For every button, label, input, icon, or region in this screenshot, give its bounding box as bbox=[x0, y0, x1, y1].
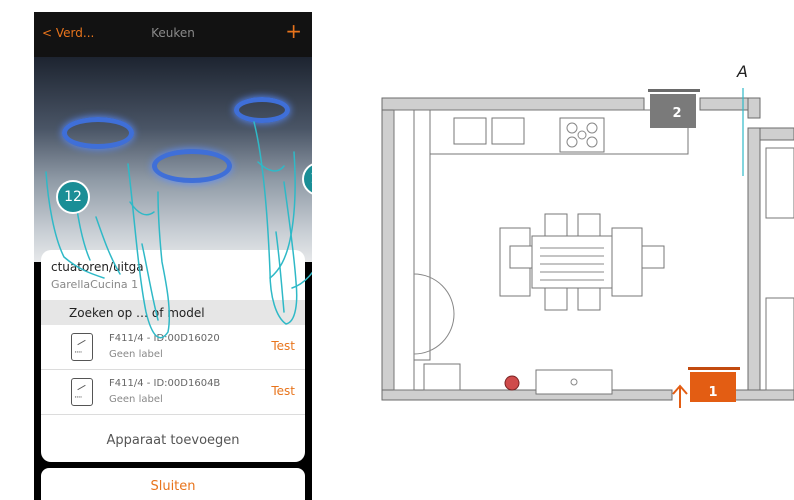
chair bbox=[544, 287, 568, 311]
plan-label-a: A bbox=[737, 62, 748, 81]
kitchen-stove-photo bbox=[34, 57, 312, 262]
wall-left bbox=[381, 97, 395, 399]
wall-top-corner bbox=[747, 97, 761, 119]
device-name: GarellaCucina 1 bbox=[51, 278, 139, 291]
table-end bbox=[611, 227, 643, 297]
phone-screen: < Verd... Keuken + ctuatoren/uitga Garel… bbox=[34, 12, 312, 500]
device-label: Geen label bbox=[109, 349, 163, 360]
sink bbox=[453, 117, 487, 145]
add-device-button[interactable]: Apparaat toevoegen bbox=[41, 420, 305, 462]
device-row[interactable]: F411/4 - ID:00D16020 Geen label Test bbox=[41, 325, 305, 370]
appliance bbox=[423, 363, 461, 391]
chair bbox=[509, 245, 533, 269]
chair bbox=[641, 245, 665, 269]
chair bbox=[577, 213, 601, 237]
test-button[interactable]: Test bbox=[271, 384, 295, 398]
test-button[interactable]: Test bbox=[271, 339, 295, 353]
chair bbox=[544, 213, 568, 237]
device-row[interactable]: F411/4 - ID:00D1604B Geen label Test bbox=[41, 370, 305, 415]
device-label: Geen label bbox=[109, 394, 163, 405]
add-icon[interactable]: + bbox=[285, 19, 302, 43]
bottom-sink bbox=[535, 369, 613, 395]
device-id: F411/4 - ID:00D16020 bbox=[109, 333, 220, 344]
burner-flame-icon bbox=[152, 149, 232, 183]
step-badge-12: 12 bbox=[56, 180, 90, 214]
device-id: F411/4 - ID:00D1604B bbox=[109, 378, 221, 389]
sink bbox=[491, 117, 525, 145]
actuator-device-icon bbox=[71, 333, 93, 361]
chair bbox=[577, 287, 601, 311]
card-header: ctuatoren/uitga GarellaCucina 1 bbox=[41, 250, 305, 300]
arrow-up-icon bbox=[672, 384, 688, 408]
counter-left bbox=[413, 109, 431, 361]
marker-2-cap bbox=[648, 89, 700, 92]
search-bar[interactable]: Zoeken op … of model bbox=[41, 300, 305, 325]
device-list-card: ctuatoren/uitga GarellaCucina 1 Zoeken o… bbox=[41, 250, 305, 462]
plan-marker-1: 1 bbox=[708, 385, 718, 400]
plan-marker-2: 2 bbox=[672, 106, 682, 121]
marker-1-cap bbox=[688, 367, 740, 370]
cabinet-left bbox=[393, 109, 415, 391]
wall-top-extension bbox=[759, 127, 794, 141]
close-button[interactable]: Sluiten bbox=[41, 468, 305, 500]
page-title: Keuken bbox=[151, 26, 195, 40]
cooktop bbox=[559, 117, 605, 153]
burner-flame-icon bbox=[234, 97, 290, 123]
nav-bar: < Verd... Keuken + bbox=[34, 12, 312, 57]
side-cabinet bbox=[765, 147, 794, 219]
category-title: ctuatoren/uitga bbox=[51, 260, 144, 274]
actuator-device-icon bbox=[71, 378, 93, 406]
wall-top-left bbox=[381, 97, 645, 111]
burner-flame-icon bbox=[62, 117, 134, 149]
side-cabinet bbox=[765, 297, 794, 391]
kitchen-floor-plan bbox=[381, 88, 794, 408]
wall-right bbox=[747, 127, 761, 399]
search-label: Zoeken op … of model bbox=[69, 306, 205, 320]
wall-bottom-left bbox=[381, 389, 673, 401]
red-knob bbox=[504, 375, 520, 391]
